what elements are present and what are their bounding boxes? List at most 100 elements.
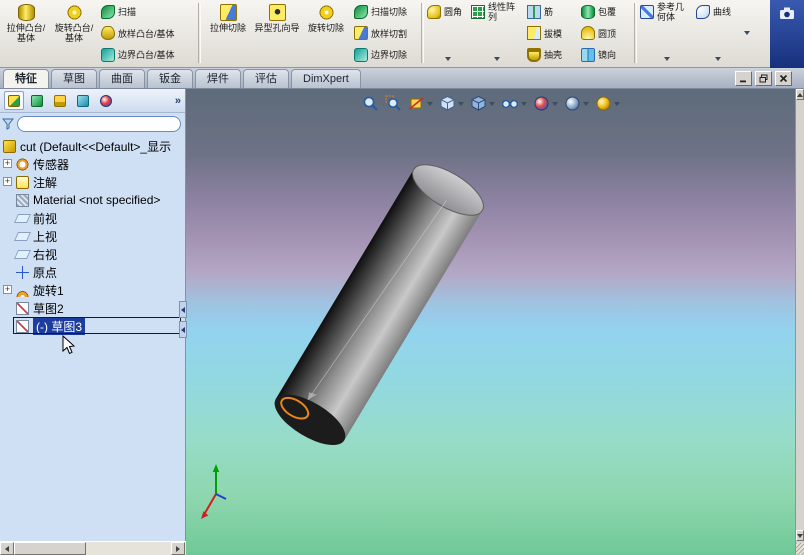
collapse-panel-button-2[interactable] xyxy=(179,321,187,338)
panel-horizontal-scrollbar[interactable] xyxy=(0,541,186,555)
toolbar-overflow-icon[interactable] xyxy=(744,31,750,35)
swept-boss-button[interactable]: 扫描 xyxy=(101,4,193,19)
tab-surfaces[interactable]: 曲面 xyxy=(99,69,145,88)
restore-button[interactable] xyxy=(755,70,772,86)
panel-chevrons-icon[interactable]: » xyxy=(175,95,181,107)
tab-evaluate[interactable]: 评估 xyxy=(243,69,289,88)
edit-appearance-button[interactable] xyxy=(533,95,558,112)
dimxpertmanager-tab[interactable] xyxy=(73,91,93,110)
tab-features[interactable]: 特征 xyxy=(3,69,49,88)
view-settings-button[interactable] xyxy=(595,95,620,112)
lofted-boss-icon xyxy=(101,26,115,40)
expand-icon[interactable]: + xyxy=(3,159,12,168)
wrap-button[interactable]: 包覆 xyxy=(581,4,629,19)
revolved-boss-icon xyxy=(65,4,83,21)
revolve-feature-icon xyxy=(16,283,29,297)
close-button[interactable] xyxy=(775,70,792,86)
filter-funnel-icon xyxy=(2,118,14,130)
curves-dropdown-icon[interactable] xyxy=(715,57,721,61)
apply-scene-icon xyxy=(565,96,580,111)
mirror-button[interactable]: 镜向 xyxy=(581,47,629,62)
display-style-dropdown-icon[interactable] xyxy=(489,101,495,106)
extruded-cut-button[interactable]: 拉伸切除 xyxy=(204,1,252,65)
horizontal-scroll-thumb[interactable] xyxy=(14,542,86,555)
tab-sheet-metal[interactable]: 钣金 xyxy=(147,69,193,88)
content-area: » cut (Default<<Default>_显示 + 传感器 + 注解 M… xyxy=(0,89,804,555)
fillet-dropdown-icon[interactable] xyxy=(445,57,451,61)
curves-button[interactable]: 曲线 xyxy=(696,1,740,65)
lofted-cut-button[interactable]: 放样切割 xyxy=(354,26,416,41)
tree-item-front-plane[interactable]: 前视 xyxy=(0,209,185,227)
tree-item-material[interactable]: Material <not specified> xyxy=(0,191,185,209)
featuremanager-tree-tab[interactable] xyxy=(4,91,24,110)
extruded-boss-button[interactable]: 拉伸凸台/基体 xyxy=(3,1,49,65)
section-view-button[interactable] xyxy=(408,95,433,112)
appearance-dropdown-icon[interactable] xyxy=(552,101,558,106)
ribbon-columns: 拉伸凸台/基体 旋转凸台/基体 扫描 放样凸台/基体 边界凸台/基体 拉伸切除 … xyxy=(0,0,804,66)
tree-item-part-root[interactable]: cut (Default<<Default>_显示 xyxy=(0,137,185,155)
tree-item-top-plane[interactable]: 上视 xyxy=(0,227,185,245)
reference-geometry-dropdown-icon[interactable] xyxy=(664,57,670,61)
view-settings-dropdown-icon[interactable] xyxy=(614,101,620,106)
tree-item-sketch2[interactable]: 草图2 xyxy=(0,299,185,317)
material-icon xyxy=(16,193,29,207)
close-icon xyxy=(779,74,788,82)
tree-item-annotations[interactable]: + 注解 xyxy=(0,173,185,191)
boundary-cut-button[interactable]: 边界切除 xyxy=(354,47,416,62)
tab-dimxpert[interactable]: DimXpert xyxy=(291,69,361,88)
hide-show-dropdown-icon[interactable] xyxy=(521,101,527,106)
tree-item-sketch3[interactable]: (-) 草图3 xyxy=(0,317,185,335)
ribbon-separator xyxy=(421,3,424,63)
lofted-boss-button[interactable]: 放样凸台/基体 xyxy=(101,26,193,41)
tree-item-origin[interactable]: 原点 xyxy=(0,263,185,281)
scroll-right-button[interactable] xyxy=(171,542,185,555)
scene-dropdown-icon[interactable] xyxy=(583,101,589,106)
scroll-down-button[interactable] xyxy=(796,530,804,541)
view-orientation-dropdown-icon[interactable] xyxy=(458,101,464,106)
collapse-panel-button[interactable] xyxy=(179,301,187,318)
scroll-left-button[interactable] xyxy=(0,542,14,555)
scroll-up-button[interactable] xyxy=(796,89,804,100)
draft-button[interactable]: 拔模 xyxy=(527,26,575,41)
tab-sketch[interactable]: 草图 xyxy=(51,69,97,88)
filter-input[interactable] xyxy=(17,116,181,132)
screen-capture-button[interactable] xyxy=(770,0,804,68)
scroll-up-icon xyxy=(797,92,803,97)
expand-icon[interactable]: + xyxy=(3,285,12,294)
resize-grip[interactable] xyxy=(796,543,804,555)
tree-item-revolve1[interactable]: + 旋转1 xyxy=(0,281,185,299)
configurationmanager-tab[interactable] xyxy=(50,91,70,110)
graphics-area[interactable] xyxy=(186,89,795,555)
ribbon: 拉伸凸台/基体 旋转凸台/基体 扫描 放样凸台/基体 边界凸台/基体 拉伸切除 … xyxy=(0,0,804,68)
boundary-boss-button[interactable]: 边界凸台/基体 xyxy=(101,47,193,62)
rib-button[interactable]: 筋 xyxy=(527,4,575,19)
tree-item-sensors[interactable]: + 传感器 xyxy=(0,155,185,173)
expand-icon[interactable]: + xyxy=(3,177,12,186)
display-style-button[interactable] xyxy=(470,95,495,112)
zoom-fit-button[interactable] xyxy=(362,95,379,112)
zoom-area-button[interactable] xyxy=(385,95,402,112)
part-icon xyxy=(3,139,16,153)
reference-geometry-button[interactable]: 参考几何体 xyxy=(640,1,694,65)
shell-button[interactable]: 抽壳 xyxy=(527,47,575,62)
minimize-button[interactable] xyxy=(735,70,752,86)
plane-icon xyxy=(13,249,32,259)
propertymanager-tab[interactable] xyxy=(27,91,47,110)
hide-show-items-button[interactable] xyxy=(501,95,527,112)
view-orientation-button[interactable] xyxy=(439,95,464,112)
apply-scene-button[interactable] xyxy=(564,95,589,112)
vertical-scrollbar[interactable] xyxy=(795,89,804,555)
hole-wizard-button[interactable]: 异型孔向导 xyxy=(254,1,300,65)
revolved-boss-button[interactable]: 旋转凸台/基体 xyxy=(51,1,97,65)
tab-weldments[interactable]: 焊件 xyxy=(195,69,241,88)
dome-button[interactable]: 圆顶 xyxy=(581,26,629,41)
displaymanager-tab[interactable] xyxy=(96,91,116,110)
linear-pattern-button[interactable]: 线性阵列 xyxy=(471,1,523,65)
tree-item-right-plane[interactable]: 右视 xyxy=(0,245,185,263)
revolved-cut-button[interactable]: 旋转切除 xyxy=(302,1,350,65)
swept-cut-button[interactable]: 扫描切除 xyxy=(354,4,416,19)
linear-pattern-dropdown-icon[interactable] xyxy=(494,57,500,61)
edit-appearance-icon xyxy=(534,96,549,111)
fillet-button[interactable]: 圆角 xyxy=(427,1,469,65)
section-view-dropdown-icon[interactable] xyxy=(427,101,433,106)
